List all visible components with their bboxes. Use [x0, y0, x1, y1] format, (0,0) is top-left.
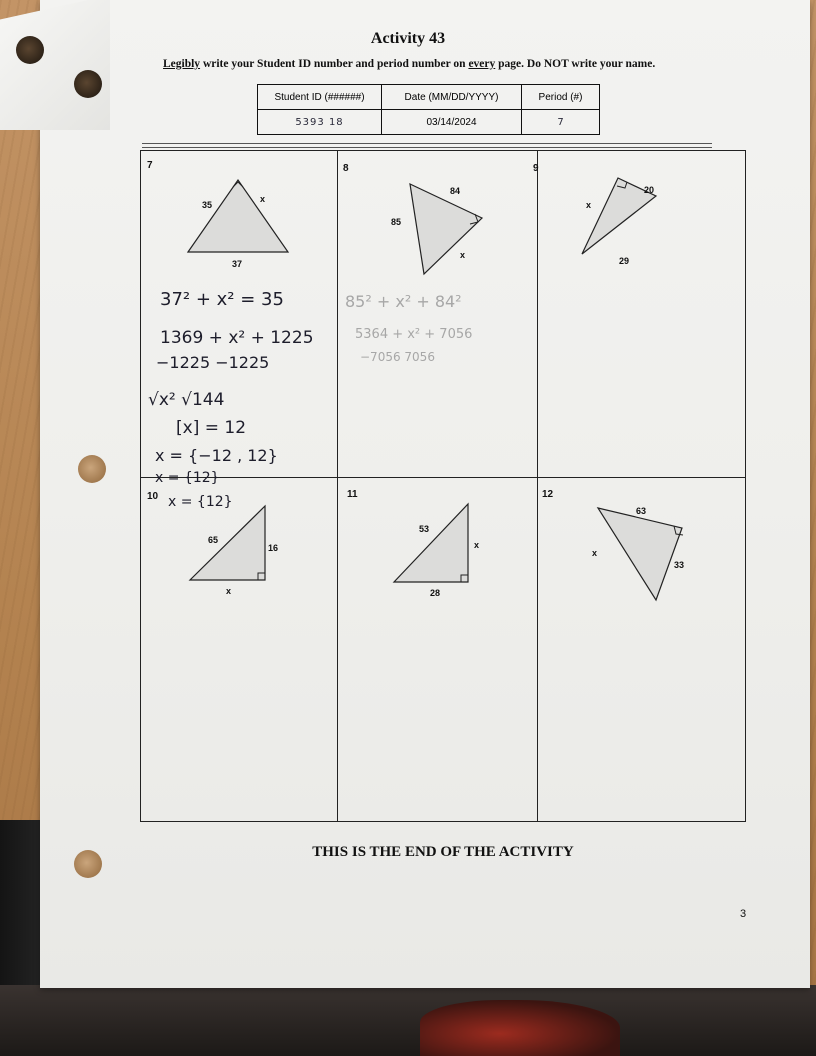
instructions-mid: write your Student ID number and period … [200, 58, 469, 70]
work7-line-2: 1369 + x² + 1225 [160, 328, 314, 348]
problem-8-number: 8 [343, 163, 349, 174]
work7-line-8: x = {12} [168, 494, 233, 510]
problem-11-number: 11 [347, 489, 358, 500]
instructions-legibly: Legibly [163, 58, 201, 70]
date-value[interactable]: 03/14/2024 [381, 109, 522, 135]
triangle-problem-11: 53 x 28 [392, 502, 479, 598]
triangle-problem-8: 84 85 x [391, 182, 484, 276]
instructions: Legibly write your Student ID number and… [163, 58, 655, 70]
end-of-activity-text: THIS IS THE END OF THE ACTIVITY [312, 844, 574, 860]
triangle-problem-9: x 20 29 [581, 177, 658, 266]
problem-12-number: 12 [542, 489, 554, 500]
paper-fold [0, 0, 110, 130]
instructions-end: page. Do NOT write your name. [495, 58, 656, 70]
work7-line-1: 37² + x² = 35 [160, 289, 284, 310]
tri11-side-hypotenuse: 53 [419, 524, 429, 534]
tri7-side-bottom: 37 [232, 259, 242, 269]
work7-line-4: √x² √144 [148, 390, 225, 410]
tri8-side-left: 85 [391, 217, 401, 227]
page-title: Activity 43 [370, 30, 446, 47]
punch-hole-middle [78, 455, 106, 483]
tri12-side-left: x [592, 548, 597, 558]
tri7-side-left: 35 [202, 200, 212, 210]
problem-9-number: 9 [533, 163, 539, 174]
divider-line-1 [142, 143, 712, 144]
student-id-header: Student ID (######) [257, 84, 382, 110]
tri9-side-left: x [586, 200, 591, 210]
triangle-problem-12: 63 x 33 [592, 506, 684, 602]
period-value[interactable]: 7 [521, 109, 600, 135]
student-id-value[interactable]: 5393 18 [257, 109, 382, 135]
page-number: 3 [740, 908, 747, 920]
work7-line-7: x = {12} [155, 470, 220, 486]
problem-7-number: 7 [147, 160, 153, 171]
tri11-side-right: x [474, 540, 479, 550]
tri10-side-hypotenuse: 65 [208, 535, 218, 545]
work8-line-3: −7056 7056 [360, 350, 435, 364]
period-header: Period (#) [521, 84, 600, 110]
work7-line-5: [x] = 12 [176, 418, 247, 438]
date-header: Date (MM/DD/YYYY) [381, 84, 522, 110]
tri12-side-right: 33 [674, 560, 684, 570]
grid-row-divider [141, 477, 745, 478]
tri9-side-top: 20 [644, 185, 654, 195]
divider-line-2 [142, 147, 712, 148]
grid-col-divider-2 [537, 151, 538, 821]
tri9-side-bottom: 29 [619, 256, 629, 266]
instructions-every: every [468, 58, 496, 70]
tri12-side-top: 63 [636, 506, 646, 516]
tri10-side-right: 16 [268, 543, 278, 553]
grid-col-divider-1 [337, 151, 338, 821]
tri8-side-top: 84 [450, 186, 460, 196]
tri8-side-right: x [460, 250, 465, 260]
problem-10-number: 10 [147, 491, 159, 502]
triangle-problem-10: 65 16 x [188, 504, 278, 596]
work8-line-1: 85² + x² + 84² [345, 292, 462, 311]
tri7-side-right: x [260, 194, 265, 204]
punch-hole-top-2 [74, 70, 102, 98]
tri10-side-bottom: x [226, 586, 231, 596]
triangle-problem-7: 35 x 37 [186, 178, 290, 269]
tri11-side-bottom: 28 [430, 588, 440, 598]
work7-line-6: x = {−12 , 12} [155, 446, 278, 465]
red-object [420, 1000, 620, 1056]
desk-shadow [0, 985, 816, 1056]
work8-line-2: 5364 + x² + 7056 [355, 327, 473, 342]
work7-line-3: −1225 −1225 [156, 353, 270, 372]
student-info-table: Student ID (######) Date (MM/DD/YYYY) Pe… [257, 84, 600, 135]
